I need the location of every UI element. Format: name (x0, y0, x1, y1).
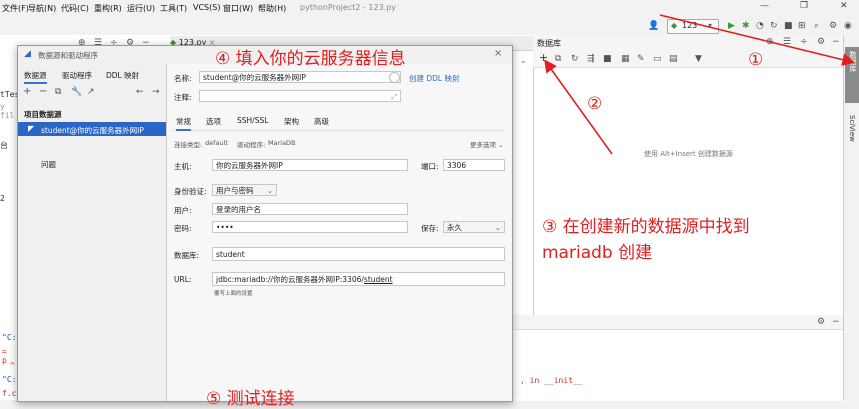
annotation-step1: ① (748, 50, 764, 70)
annotation-step5: ⑤ 测试连接 (206, 389, 295, 409)
annotation-step4: ④ 填入你的云服务器信息 (215, 49, 406, 69)
annotation-step3-line1: ③ 在创建新的数据源中找到 (542, 217, 750, 237)
annotation-step2: ② (587, 94, 603, 114)
annotation-step3-line2: mariadb 创建 (542, 243, 653, 263)
annotation-arrows (544, 14, 856, 155)
